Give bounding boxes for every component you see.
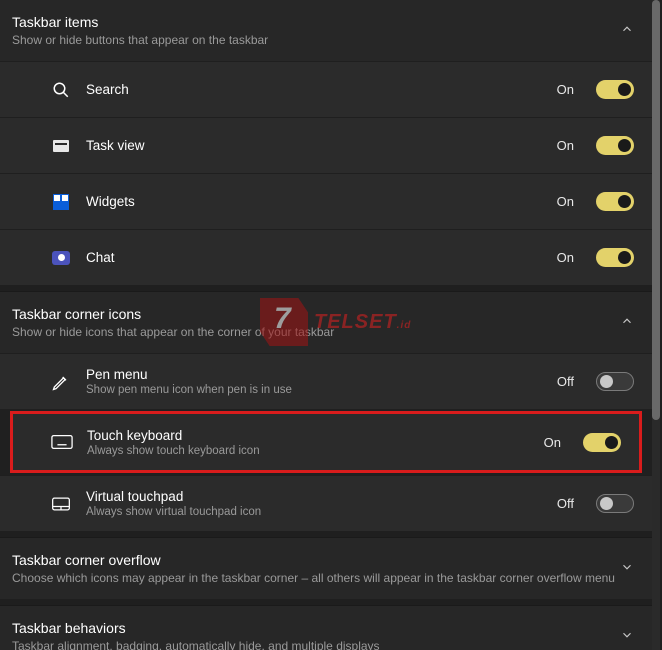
scrollbar-thumb[interactable] xyxy=(652,0,660,420)
toggle-state: On xyxy=(544,435,561,450)
row-sub: Show pen menu icon when pen is in use xyxy=(86,384,543,396)
toggle-widgets[interactable] xyxy=(596,192,634,211)
section-subtitle: Taskbar alignment, badging, automaticall… xyxy=(12,639,380,650)
highlight-touch-keyboard: Touch keyboard Always show touch keyboar… xyxy=(10,411,642,473)
toggle-state: On xyxy=(557,194,574,209)
section-subtitle: Show or hide buttons that appear on the … xyxy=(12,33,268,47)
section-title: Taskbar corner overflow xyxy=(12,552,615,568)
search-icon xyxy=(50,81,72,99)
section-behaviors[interactable]: Taskbar behaviors Taskbar alignment, bad… xyxy=(0,605,652,650)
toggle-touch-keyboard[interactable] xyxy=(583,433,621,452)
task-view-icon xyxy=(50,140,72,152)
toggle-task-view[interactable] xyxy=(596,136,634,155)
chevron-down-icon xyxy=(620,560,634,577)
row-pen-menu[interactable]: Pen menu Show pen menu icon when pen is … xyxy=(0,353,652,409)
toggle-state: On xyxy=(557,250,574,265)
chat-icon xyxy=(50,251,72,265)
pen-icon xyxy=(50,372,72,392)
row-label: Chat xyxy=(86,250,543,265)
section-corner-icons[interactable]: Taskbar corner icons Show or hide icons … xyxy=(0,291,652,353)
toggle-state: On xyxy=(557,82,574,97)
row-label: Pen menu xyxy=(86,367,543,382)
row-label: Touch keyboard xyxy=(87,428,530,443)
toggle-chat[interactable] xyxy=(596,248,634,267)
toggle-state: On xyxy=(557,138,574,153)
toggle-state: Off xyxy=(557,496,574,511)
row-virtual-touchpad[interactable]: Virtual touchpad Always show virtual tou… xyxy=(0,475,652,531)
touchpad-icon xyxy=(50,496,72,512)
section-title: Taskbar corner icons xyxy=(12,306,334,322)
row-sub: Always show touch keyboard icon xyxy=(87,445,530,457)
section-title: Taskbar items xyxy=(12,14,268,30)
row-search[interactable]: Search On xyxy=(0,61,652,117)
toggle-state: Off xyxy=(557,374,574,389)
chevron-up-icon xyxy=(620,22,634,39)
scrollbar[interactable] xyxy=(652,0,660,650)
toggle-virtual-touchpad[interactable] xyxy=(596,494,634,513)
section-title: Taskbar behaviors xyxy=(12,620,380,636)
row-chat[interactable]: Chat On xyxy=(0,229,652,285)
section-taskbar-items[interactable]: Taskbar items Show or hide buttons that … xyxy=(0,0,652,61)
row-task-view[interactable]: Task view On xyxy=(0,117,652,173)
section-subtitle: Show or hide icons that appear on the co… xyxy=(12,325,334,339)
widgets-icon xyxy=(50,194,72,210)
row-label: Task view xyxy=(86,138,543,153)
row-label: Widgets xyxy=(86,194,543,209)
row-label: Search xyxy=(86,82,543,97)
row-touch-keyboard[interactable]: Touch keyboard Always show touch keyboar… xyxy=(13,414,639,470)
chevron-up-icon xyxy=(620,314,634,331)
row-sub: Always show virtual touchpad icon xyxy=(86,506,543,518)
section-corner-overflow[interactable]: Taskbar corner overflow Choose which ico… xyxy=(0,537,652,599)
keyboard-icon xyxy=(51,434,73,450)
row-widgets[interactable]: Widgets On xyxy=(0,173,652,229)
chevron-down-icon xyxy=(620,628,634,645)
toggle-search[interactable] xyxy=(596,80,634,99)
row-label: Virtual touchpad xyxy=(86,489,543,504)
toggle-pen-menu[interactable] xyxy=(596,372,634,391)
section-subtitle: Choose which icons may appear in the tas… xyxy=(12,571,615,585)
